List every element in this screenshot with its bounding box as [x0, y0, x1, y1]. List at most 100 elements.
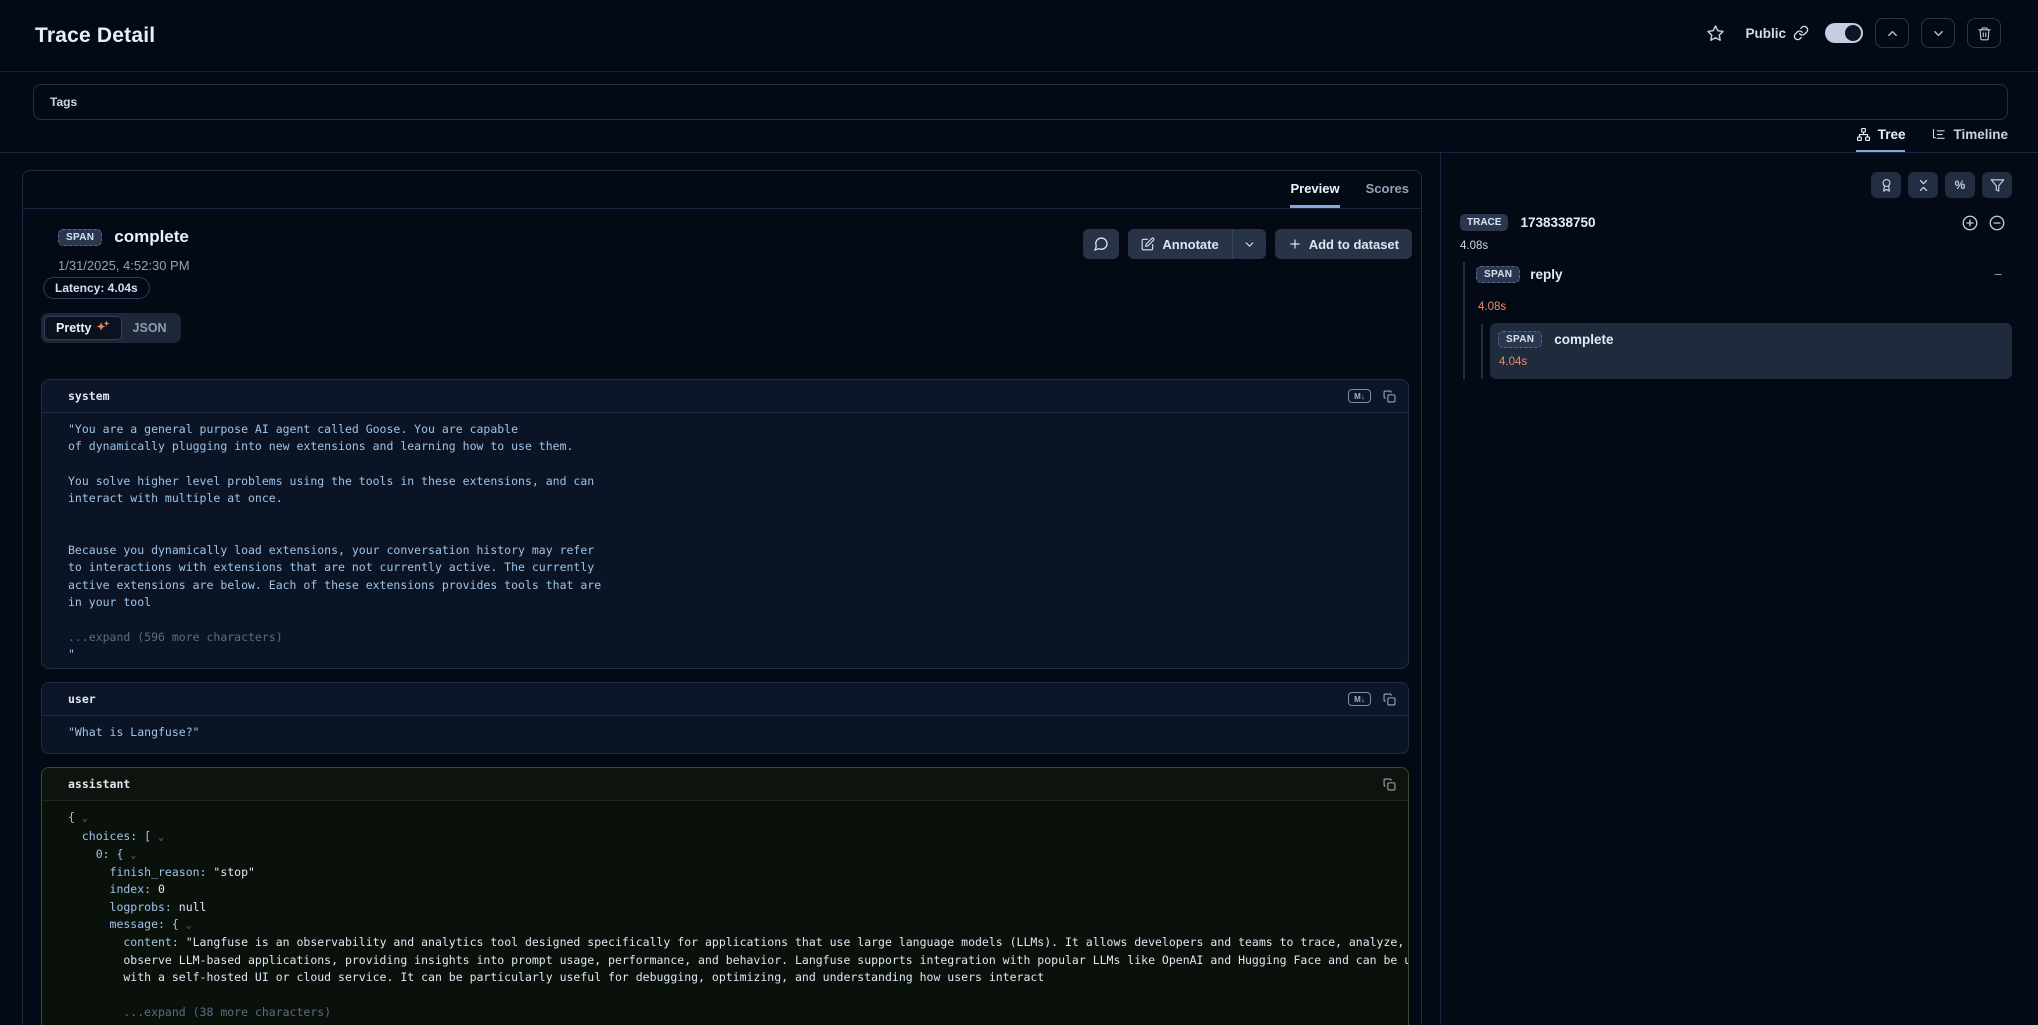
- annotate-button[interactable]: Annotate: [1128, 229, 1231, 259]
- user-message-header: user M↓: [42, 683, 1408, 716]
- latency-badge: Latency: 4.04s: [43, 277, 150, 299]
- span-type-badge: SPAN: [58, 229, 102, 246]
- tab-scores[interactable]: Scores: [1366, 171, 1409, 208]
- app-header: Trace Detail Public: [0, 0, 2038, 72]
- format-json-segment[interactable]: JSON: [122, 316, 178, 340]
- comment-button[interactable]: [1083, 229, 1119, 259]
- header-icons: M↓: [1348, 692, 1396, 706]
- span-name: complete: [1554, 332, 1613, 347]
- previous-trace-button[interactable]: [1875, 18, 1909, 48]
- chevron-down-icon: [1931, 26, 1946, 41]
- header-icons: [1383, 778, 1396, 791]
- filter-button[interactable]: [1982, 172, 2012, 198]
- format-pretty-segment[interactable]: Pretty ✦✦: [44, 316, 122, 340]
- award-icon: [1879, 178, 1894, 193]
- tags-bar[interactable]: Tags: [33, 84, 2008, 120]
- tab-timeline[interactable]: Timeline: [1931, 127, 2008, 153]
- chevron-down-icon: [1243, 238, 1256, 251]
- show-metrics-button[interactable]: %: [1945, 172, 1975, 198]
- next-trace-button[interactable]: [1921, 18, 1955, 48]
- user-message-body: "What is Langfuse?": [42, 716, 1408, 753]
- chevron-up-icon: [1885, 26, 1900, 41]
- header-icons: M↓: [1348, 389, 1396, 403]
- span-row-content: SPAN complete: [1498, 331, 1614, 348]
- trace-id: 1738338750: [1520, 215, 1595, 230]
- collapse-all-button[interactable]: [1908, 172, 1938, 198]
- page-title: Trace Detail: [35, 24, 155, 48]
- plus-icon: [1288, 237, 1302, 251]
- trash-icon: [1977, 26, 1992, 41]
- collapse-node-button[interactable]: −: [1994, 266, 2002, 282]
- annotate-split-button: Annotate: [1128, 229, 1265, 259]
- tab-tree-label: Tree: [1878, 127, 1906, 142]
- view-tabs: Tree Timeline: [1856, 127, 2008, 153]
- toggle-knob: [1845, 25, 1861, 41]
- tree-icon: [1856, 127, 1871, 142]
- span-name: complete: [114, 227, 189, 247]
- trace-duration: 4.08s: [1460, 240, 1488, 252]
- assistant-message-body: { ⌄ choices: [ ⌄ 0: { ⌄ finish_reason: "…: [42, 801, 1408, 1025]
- zoom-out-button[interactable]: [1988, 214, 2006, 232]
- tab-preview[interactable]: Preview: [1290, 171, 1339, 208]
- pretty-label: Pretty: [56, 321, 91, 335]
- public-label: Public: [1745, 26, 1786, 41]
- copy-icon[interactable]: [1383, 693, 1396, 706]
- assistant-message-box: assistant { ⌄ choices: [ ⌄ 0: { ⌄ finish…: [41, 767, 1409, 1025]
- role-label: user: [68, 692, 96, 706]
- tree-indent-guide: [1463, 262, 1465, 379]
- timeline-icon: [1931, 127, 1946, 142]
- tree-toolbar: %: [1871, 172, 2012, 198]
- add-to-dataset-button[interactable]: Add to dataset: [1275, 229, 1412, 259]
- zoom-in-button[interactable]: [1961, 214, 1979, 232]
- tabs-divider: [0, 152, 2038, 153]
- annotate-dropdown-button[interactable]: [1233, 229, 1266, 259]
- markdown-toggle-icon[interactable]: M↓: [1348, 389, 1371, 403]
- tree-span-reply-row[interactable]: SPAN reply: [1476, 266, 1563, 283]
- tree-zoom-controls: [1961, 214, 2006, 232]
- role-label: assistant: [68, 777, 130, 791]
- role-label: system: [68, 389, 110, 403]
- edit-pencil-icon: [1141, 237, 1155, 251]
- plus-circle-icon: [1961, 214, 1979, 232]
- system-message-header: system M↓: [42, 380, 1408, 413]
- span-duration: 4.08s: [1478, 301, 1506, 313]
- link-icon: [1793, 25, 1809, 41]
- bookmark-star-button[interactable]: [1706, 24, 1725, 43]
- system-message-box: system M↓ "You are a general purpose AI …: [41, 379, 1409, 669]
- span-timestamp: 1/31/2025, 4:52:30 PM: [58, 258, 190, 273]
- panel-tabs: Preview Scores: [23, 171, 1421, 209]
- assistant-message-header: assistant: [42, 768, 1408, 801]
- span-name: reply: [1530, 267, 1562, 282]
- tree-indent-guide: [1481, 324, 1483, 379]
- tree-trace-row[interactable]: TRACE 1738338750: [1460, 214, 1596, 231]
- star-icon: [1706, 24, 1725, 43]
- span-actions: Annotate Add to dataset: [1083, 229, 1412, 259]
- show-scores-button[interactable]: [1871, 172, 1901, 198]
- span-header: SPAN complete: [58, 227, 189, 247]
- system-message-body: "You are a general purpose AI agent call…: [42, 413, 1408, 669]
- public-toggle[interactable]: [1825, 23, 1863, 43]
- trace-type-badge: TRACE: [1460, 214, 1508, 231]
- tab-tree[interactable]: Tree: [1856, 127, 1906, 153]
- tab-timeline-label: Timeline: [1953, 127, 2008, 142]
- span-type-badge: SPAN: [1498, 331, 1542, 348]
- tags-label: Tags: [50, 95, 77, 109]
- format-toggle: Pretty ✦✦ JSON: [41, 313, 181, 343]
- span-duration: 4.04s: [1499, 356, 1527, 368]
- user-message-content: "What is Langfuse?": [68, 724, 1392, 741]
- span-type-badge: SPAN: [1476, 266, 1520, 283]
- comment-icon: [1093, 236, 1109, 252]
- funnel-icon: [1990, 178, 2005, 193]
- public-link[interactable]: Public: [1745, 25, 1809, 41]
- markdown-toggle-icon[interactable]: M↓: [1348, 692, 1371, 706]
- copy-icon[interactable]: [1383, 778, 1396, 791]
- header-actions: Public: [1706, 16, 2001, 50]
- annotate-label: Annotate: [1162, 237, 1218, 252]
- panel-divider[interactable]: [1440, 152, 1441, 1025]
- messages-list: system M↓ "You are a general purpose AI …: [41, 379, 1409, 1025]
- delete-trace-button[interactable]: [1967, 18, 2001, 48]
- copy-icon[interactable]: [1383, 390, 1396, 403]
- tree-span-complete-row[interactable]: SPAN complete 4.04s: [1490, 323, 2012, 379]
- user-message-box: user M↓ "What is Langfuse?": [41, 682, 1409, 754]
- add-to-dataset-label: Add to dataset: [1309, 237, 1399, 252]
